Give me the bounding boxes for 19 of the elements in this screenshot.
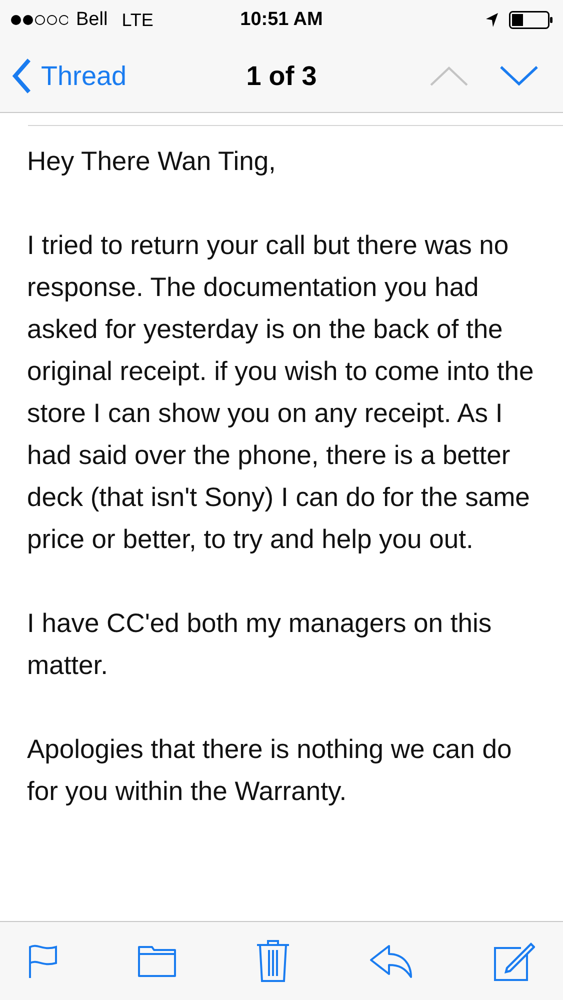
signal-icon <box>10 14 68 26</box>
back-chevron-icon <box>12 58 32 94</box>
back-button[interactable]: Thread <box>12 58 127 94</box>
location-arrow-icon <box>485 12 499 28</box>
flag-icon[interactable] <box>28 943 58 979</box>
trash-icon[interactable] <box>256 939 290 983</box>
message-paragraph: Apologies that there is nothing we can do for you within the Warranty. <box>27 733 513 808</box>
message-paragraph: I tried to return your call but there was no response. The documentation you had asked for yesterday is on the back of the original receipt. if you wish to come into the store I can show you on any receipt. As I had said over the phone, there is a better deck (that isn't Sony) I can do for the same price or better, to try and help you out. <box>27 229 535 556</box>
network-type: LTE <box>122 10 154 30</box>
folder-icon[interactable] <box>138 945 176 977</box>
message-counter: 1 of 3 <box>246 60 317 92</box>
status-time: 10:51 AM <box>240 9 323 31</box>
battery-icon <box>509 11 553 29</box>
carrier-name: Bell <box>76 9 108 31</box>
reply-icon[interactable] <box>369 944 414 978</box>
message-paragraph: Hey There Wan Ting, <box>27 145 277 178</box>
compose-icon[interactable] <box>493 940 535 982</box>
next-message-icon[interactable] <box>500 66 538 86</box>
message-paragraph: I have CC'ed both my managers on this matter. <box>27 607 493 682</box>
